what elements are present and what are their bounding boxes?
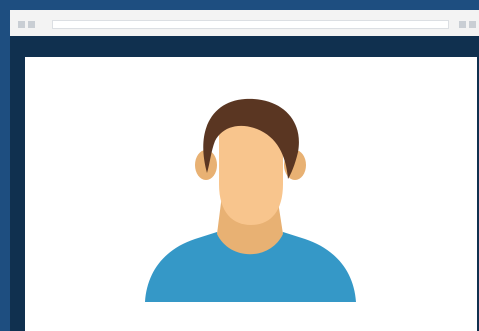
window-control-button[interactable] (28, 21, 35, 28)
browser-menu-button[interactable] (469, 21, 476, 28)
page-content (25, 57, 477, 331)
browser-window (10, 10, 479, 331)
desktop-background (0, 0, 479, 331)
address-bar[interactable] (52, 20, 449, 29)
user-avatar-icon (145, 98, 356, 302)
browser-menu-button[interactable] (459, 21, 466, 28)
window-control-button[interactable] (18, 21, 25, 28)
browser-titlebar (10, 10, 479, 36)
